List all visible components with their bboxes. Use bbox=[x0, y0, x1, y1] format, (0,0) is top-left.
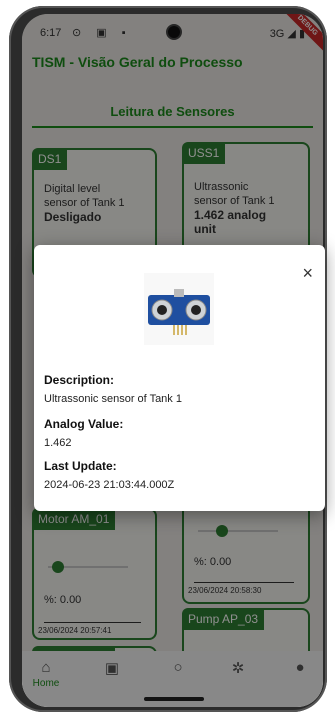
ultrasonic-sensor-icon bbox=[148, 289, 210, 335]
speed-slider[interactable] bbox=[48, 561, 128, 573]
card-state: Desligado bbox=[44, 210, 102, 224]
status-time: 6:17 bbox=[40, 27, 62, 39]
nav-home-label: Home bbox=[32, 678, 60, 689]
card-line-2: sensor of Tank 1 bbox=[44, 197, 125, 209]
percent-value: %: 0.00 bbox=[194, 556, 232, 568]
info-icon: ● bbox=[295, 659, 305, 676]
description-value: Ultrassonic sensor of Tank 1 bbox=[44, 393, 182, 405]
gesture-bar bbox=[144, 697, 204, 701]
notification-icons: ⊙ ▣ ▪ bbox=[72, 27, 132, 39]
card-tag: DS1 bbox=[32, 148, 68, 170]
card-divider bbox=[44, 622, 141, 623]
last-update-label: Last Update: bbox=[44, 459, 117, 473]
gear-icon: ✲ bbox=[231, 660, 245, 677]
camera-cutout bbox=[166, 24, 182, 40]
analog-value-label: Analog Value: bbox=[44, 417, 124, 431]
percent-value: %: 0.00 bbox=[44, 594, 82, 606]
card-unit: unit bbox=[194, 222, 216, 236]
sensor-detail-dialog: × Description: Ultrassonic sensor of Tan… bbox=[34, 245, 325, 511]
timestamp: 23/06/2024 20:57:41 bbox=[38, 626, 112, 635]
network-type: 3G bbox=[269, 28, 285, 40]
nav-home[interactable]: ⌂ Home bbox=[26, 659, 66, 689]
close-button[interactable]: × bbox=[302, 263, 313, 284]
card-tag: Pump AP_03 bbox=[182, 608, 265, 630]
card-divider bbox=[194, 582, 294, 583]
last-update-value: 2024-06-23 21:03:44.000Z bbox=[44, 479, 175, 491]
nav-refresh[interactable]: ○ bbox=[158, 659, 198, 676]
card-value: 1.462 analog bbox=[194, 208, 267, 222]
home-icon: ⌂ bbox=[41, 659, 51, 676]
card-line-1: Ultrassonic bbox=[194, 181, 249, 193]
app-title: TISM - Visão Geral do Processo bbox=[32, 54, 243, 70]
section-title: Leitura de Sensores bbox=[110, 104, 235, 119]
status-bar: 6:17 ⊙ ▣ ▪ 3G ◢ ▮ DEBUG bbox=[22, 14, 323, 56]
card-description: Ultrassonic sensor of Tank 1 1.462 analo… bbox=[194, 180, 275, 236]
nav-settings[interactable]: ✲ bbox=[218, 659, 258, 677]
bottom-navigation: ⌂ Home ▣ ○ ✲ ● bbox=[22, 651, 323, 707]
motor-card-am01[interactable]: Motor AM_01 %: 0.00 23/06/2024 20:57:41 bbox=[32, 508, 157, 640]
calendar-icon: ▣ bbox=[104, 660, 120, 677]
card-description: Digital level sensor of Tank 1 Desligado bbox=[44, 182, 125, 224]
section-divider bbox=[32, 126, 313, 128]
sensor-image bbox=[144, 273, 214, 345]
timestamp: 23/06/2024 20:58:30 bbox=[188, 586, 262, 595]
slider-knob[interactable] bbox=[52, 561, 64, 573]
card-line-2: sensor of Tank 1 bbox=[194, 195, 275, 207]
nav-calendar[interactable]: ▣ bbox=[92, 659, 132, 677]
nav-info[interactable]: ● bbox=[280, 659, 320, 676]
speed-slider[interactable] bbox=[198, 525, 278, 537]
circle-icon: ○ bbox=[173, 659, 183, 676]
slider-knob[interactable] bbox=[216, 525, 228, 537]
network-status: 3G ◢ ▮ bbox=[269, 28, 305, 40]
card-tag: USS1 bbox=[182, 142, 226, 164]
card-tag: Motor AM_01 bbox=[32, 508, 116, 530]
description-label: Description: bbox=[44, 373, 115, 387]
analog-value: 1.462 bbox=[44, 437, 72, 449]
card-line-1: Digital level bbox=[44, 183, 101, 195]
